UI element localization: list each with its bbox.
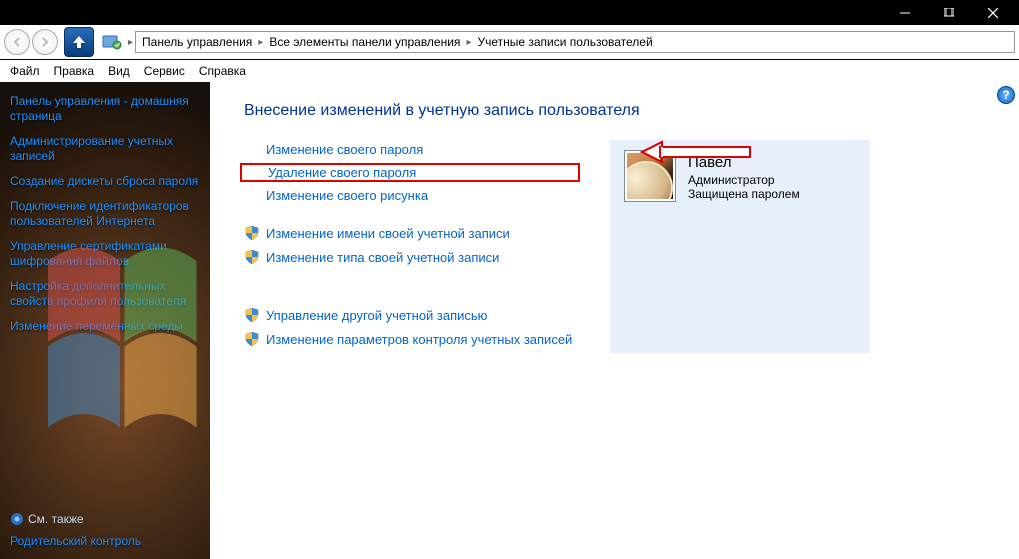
sidebar-link-admin-accounts[interactable]: Администрирование учетных записей [10, 134, 200, 164]
sidebar-link-cp-home[interactable]: Панель управления - домашняя страница [10, 94, 200, 124]
action-label: Удаление своего пароля [268, 165, 416, 180]
sidebar-link-certs[interactable]: Управление сертификатами шифрования файл… [10, 239, 200, 269]
help-icon[interactable]: ? [997, 86, 1015, 104]
breadcrumb-bar[interactable]: Панель управления ▸ Все элементы панели … [135, 31, 1015, 53]
minimize-button[interactable] [883, 0, 927, 25]
navigation-bar: ▸ Панель управления ▸ Все элементы панел… [0, 25, 1019, 60]
back-button[interactable] [4, 29, 30, 55]
menu-help[interactable]: Справка [199, 64, 246, 78]
user-protected: Защищена паролем [688, 187, 800, 201]
actions-list: Изменение своего пароля Удаление своего … [240, 140, 580, 353]
menu-bar: Файл Правка Вид Сервис Справка [0, 60, 1019, 82]
user-name: Павел [688, 154, 800, 171]
uac-shield-icon [244, 331, 260, 347]
page-heading: Внесение изменений в учетную запись поль… [244, 102, 989, 120]
sidebar-link-password-reset-disk[interactable]: Создание дискеты сброса пароля [10, 174, 200, 189]
breadcrumb-item[interactable]: Все элементы панели управления [267, 35, 462, 49]
action-delete-password[interactable]: Удаление своего пароля [240, 163, 580, 182]
up-button[interactable] [64, 27, 94, 57]
chevron-right-icon: ▸ [256, 37, 265, 48]
sidebar-link-parental[interactable]: Родительский контроль [10, 534, 200, 549]
sidebar: Панель управления - домашняя страница Ад… [0, 82, 210, 559]
titlebar [0, 0, 1019, 25]
uac-shield-icon [244, 307, 260, 323]
action-uac-settings[interactable]: Изменение параметров контроля учетных за… [240, 329, 580, 349]
user-role: Администратор [688, 173, 800, 187]
main-content: ? Внесение изменений в учетную запись по… [210, 82, 1019, 559]
breadcrumb-item[interactable]: Учетные записи пользователей [475, 35, 654, 49]
action-label: Изменение своего пароля [266, 142, 423, 157]
maximize-button[interactable] [927, 0, 971, 25]
see-also-text: См. также [28, 512, 84, 526]
forward-button[interactable] [32, 29, 58, 55]
chevron-right-icon: ▸ [126, 37, 135, 48]
close-button[interactable] [971, 0, 1015, 25]
sidebar-link-online-ids[interactable]: Подключение идентификаторов пользователе… [10, 199, 200, 229]
user-avatar [624, 150, 676, 202]
action-change-picture[interactable]: Изменение своего рисунка [240, 186, 580, 205]
menu-tools[interactable]: Сервис [144, 64, 185, 78]
action-label: Изменение имени своей учетной записи [266, 226, 510, 241]
see-also-label: См. также [10, 512, 200, 526]
user-card: Павел Администратор Защищена паролем [610, 140, 870, 353]
action-change-password[interactable]: Изменение своего пароля [240, 140, 580, 159]
action-label: Изменение своего рисунка [266, 188, 428, 203]
action-change-name[interactable]: Изменение имени своей учетной записи [240, 223, 580, 243]
sidebar-link-env-vars[interactable]: Изменение переменных среды [10, 319, 200, 334]
action-label: Изменение параметров контроля учетных за… [266, 332, 572, 347]
breadcrumb-item[interactable]: Панель управления [140, 35, 254, 49]
menu-view[interactable]: Вид [108, 64, 130, 78]
uac-shield-icon [244, 225, 260, 241]
action-label: Управление другой учетной записью [266, 308, 487, 323]
uac-shield-icon [244, 249, 260, 265]
sidebar-link-profile-props[interactable]: Настройка дополнительных свойств профиля… [10, 279, 200, 309]
menu-file[interactable]: Файл [10, 64, 40, 78]
action-change-type[interactable]: Изменение типа своей учетной записи [240, 247, 580, 267]
chevron-right-icon: ▸ [464, 37, 473, 48]
control-panel-icon [102, 33, 122, 51]
action-manage-other[interactable]: Управление другой учетной записью [240, 305, 580, 325]
menu-edit[interactable]: Правка [54, 64, 95, 78]
action-label: Изменение типа своей учетной записи [266, 250, 499, 265]
